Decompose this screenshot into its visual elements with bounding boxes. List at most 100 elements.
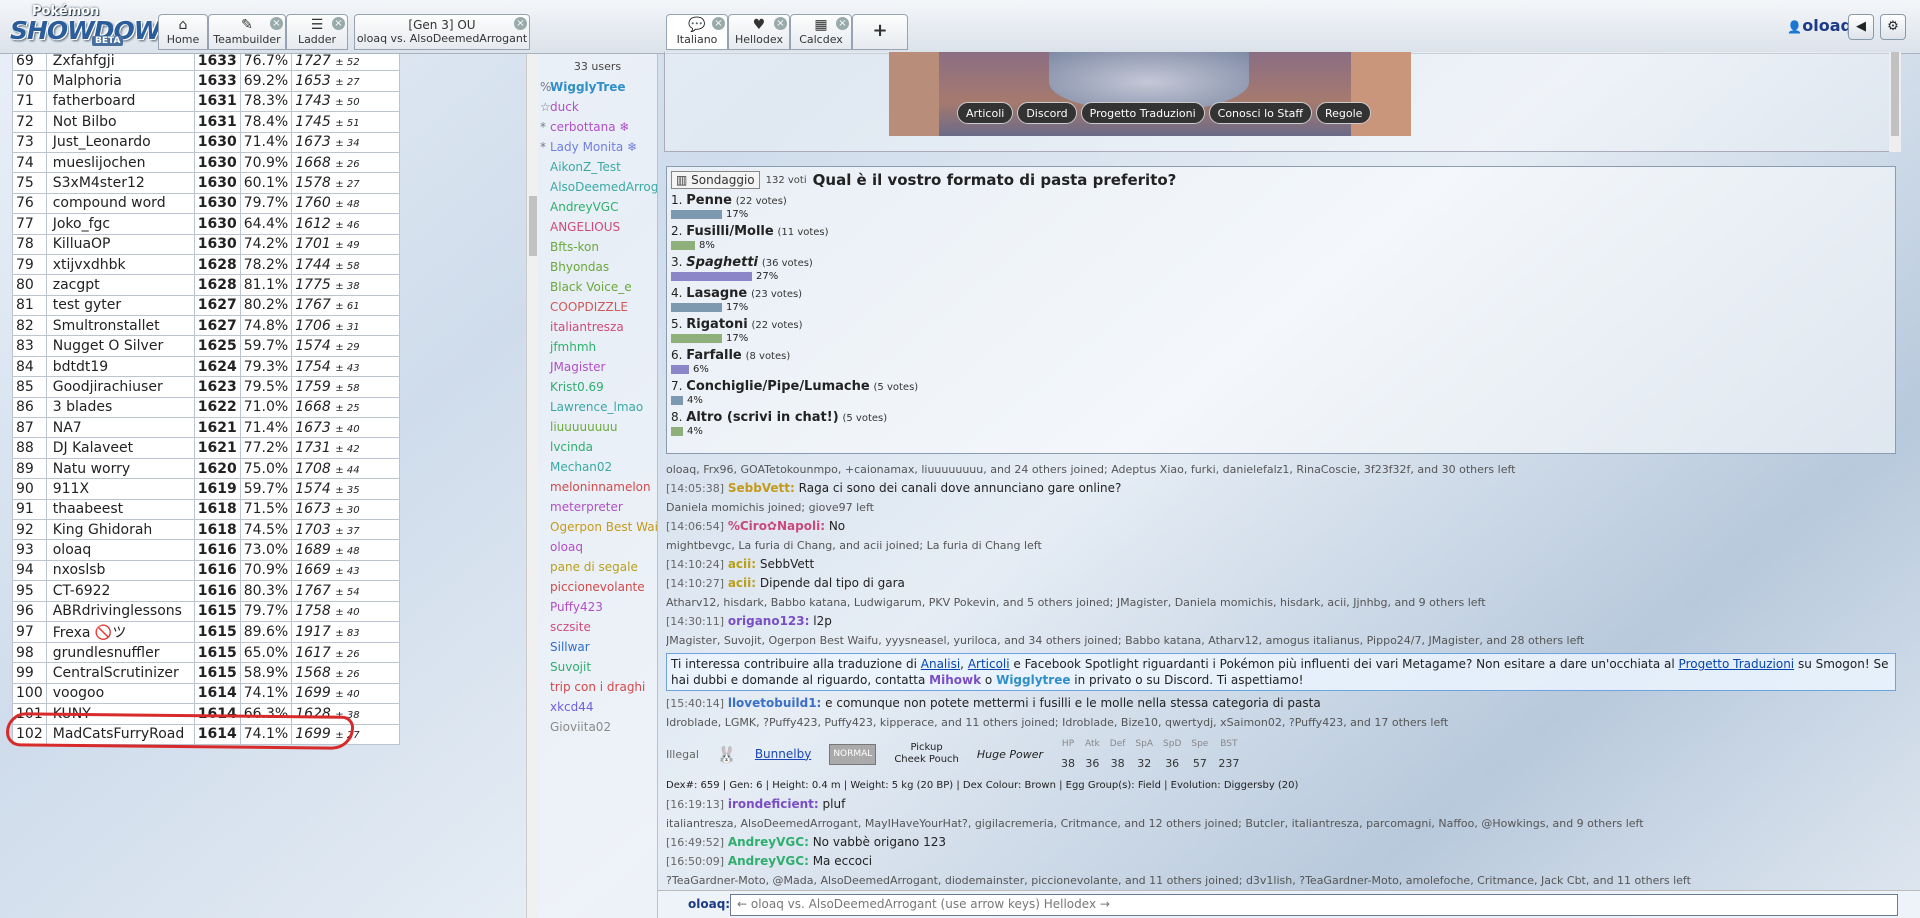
userlist-item[interactable]: Puffy423 [538,597,657,617]
ladder-username[interactable]: mueslijochen [45,151,195,174]
chat-username[interactable]: origano123: [728,614,810,628]
close-icon[interactable]: × [712,17,725,30]
tab-hellodex[interactable]: ♥ Hellodex × [728,14,790,50]
userlist-item[interactable]: sczsite [538,617,657,637]
ladder-username[interactable]: oloaq [45,539,195,561]
settings-button[interactable]: ⚙ [1880,14,1906,40]
userlist-item[interactable]: %WigglyTree [538,77,657,97]
poll-option[interactable]: 6. Farfalle (8 votes) 6% [671,348,1891,375]
ladder-username[interactable]: Just_Leonardo [45,131,195,153]
userlist-item[interactable]: AikonZ_Test [538,157,657,177]
userlist-item[interactable]: lvcinda [538,437,657,457]
link-articoli[interactable]: Articoli [957,102,1014,124]
userlist-item[interactable]: meloninnamelon [538,477,657,497]
poll-option[interactable]: 5. Rigatoni (22 votes) 17% [671,317,1891,344]
poll-option[interactable]: 2. Fusilli/Molle (11 votes) 8% [671,224,1891,251]
ladder-username[interactable]: Frexa 🚫ツ [45,620,195,643]
link-discord[interactable]: Discord [1017,102,1077,124]
userlist-item[interactable]: ☆duck [538,97,657,117]
userlist-item[interactable]: jfmhmh [538,337,657,357]
userlist-item[interactable]: oloaq [538,537,657,557]
tab-calcdex[interactable]: ▦ Calcdex × [790,14,852,50]
link-progetto-ann[interactable]: Progetto Traduzioni [1679,657,1795,671]
close-icon[interactable]: × [514,17,527,30]
ladder-scrollbar[interactable] [526,54,538,918]
user-wigglytree[interactable]: Wigglytree [996,673,1070,687]
ladder-username[interactable]: S3xM4ster12 [45,172,195,194]
ladder-username[interactable]: Not Bilbo [45,111,195,133]
close-icon[interactable]: × [270,17,283,30]
user-menu[interactable]: 👤oloaq [1787,16,1852,35]
userlist-item[interactable]: Bhyondas [538,257,657,277]
userlist-item[interactable]: pane di segale [538,557,657,577]
userlist-item[interactable]: AndreyVGC [538,197,657,217]
userlist-item[interactable]: Sillwar [538,637,657,657]
ladder-username[interactable]: grundlesnuffler [45,641,195,664]
chat-username[interactable]: AndreyVGC: [728,854,809,868]
showdown-logo[interactable]: Pokémon SHOWDOWN BETA [4,2,181,48]
userlist-item[interactable]: xkcd44 [538,697,657,717]
poll-option[interactable]: 1. Penne (22 votes) 17% [671,193,1891,220]
sound-button[interactable]: ◀ [1848,14,1874,40]
ladder-username[interactable]: NA7 [45,417,195,439]
close-icon[interactable]: × [836,17,849,30]
ladder-username[interactable]: Nugget O Silver [45,335,195,357]
ladder-username[interactable]: CT-6922 [45,580,195,602]
ladder-username[interactable]: Smultronstallet [45,315,195,337]
userlist-item[interactable]: meterpreter [538,497,657,517]
ladder-username[interactable]: xtijvxdhbk [45,253,195,276]
user-mihowk[interactable]: Mihowk [929,673,981,687]
link-staff[interactable]: Conosci lo Staff [1208,102,1312,124]
ladder-username[interactable]: CentralScrutinizer [45,662,195,684]
link-regole[interactable]: Regole [1315,102,1372,124]
ladder-username[interactable]: Malphoria [45,70,195,92]
chat-username[interactable]: %Ciro✿Napoli: [728,519,825,533]
ladder-username[interactable]: voogoo [45,682,195,705]
link-progetto-traduzioni[interactable]: Progetto Traduzioni [1080,102,1205,124]
add-tab-button[interactable]: + [852,14,908,50]
scroll-thumb[interactable] [529,196,537,256]
ladder-username[interactable]: test gyter [45,294,195,317]
ladder-username[interactable]: ABRdrivinglessons [45,600,195,622]
userlist-item[interactable]: Krist0.69 [538,377,657,397]
ladder-username[interactable]: DJ Kalaveet [45,437,195,459]
chat-username[interactable]: irondeficient: [728,797,819,811]
ladder-username[interactable]: bdtdt19 [45,355,195,378]
userlist-item[interactable]: Black Voice_e [538,277,657,297]
tab-home[interactable]: ⌂ Home [158,14,208,50]
close-icon[interactable]: × [774,17,787,30]
userlist-item[interactable]: Suvojit [538,657,657,677]
chat-username[interactable]: acii: [728,557,756,571]
ladder-username[interactable]: KilluaOP [45,233,195,255]
userlist-item[interactable]: AlsoDeemedArrogant [538,177,657,197]
ladder-username[interactable]: Goodjirachiuser [45,376,195,398]
tab-battle[interactable]: [Gen 3] OU oloaq vs. AlsoDeemedArrogant … [354,14,530,50]
ladder-username[interactable]: compound word [45,192,195,215]
ladder-username[interactable]: King Ghidorah [45,518,195,541]
ladder-username[interactable]: Zxfahfgji [45,54,195,72]
userlist-item[interactable]: Mechan02 [538,457,657,477]
poll-option[interactable]: 4. Lasagne (23 votes) 17% [671,286,1891,313]
ladder-username[interactable]: 3 blades [45,396,195,419]
userlist-item[interactable]: liuuuuuuuu [538,417,657,437]
ladder-username[interactable]: fatherboard [45,90,195,113]
userlist-item[interactable]: Ogerpon Best Waifu [538,517,657,537]
userlist-item[interactable]: * cerbottana ❄ [538,117,657,137]
userlist-item[interactable]: ANGELIOUS [538,217,657,237]
close-icon[interactable]: × [332,17,345,30]
link-analisi[interactable]: Analisi [921,657,960,671]
poll-option[interactable]: 3. Spaghetti (36 votes) 27% [671,255,1891,282]
pokemon-link[interactable]: Bunnelby [755,745,811,764]
chat-input[interactable]: ← oloaq vs. AlsoDeemedArrogant (use arro… [730,894,1898,916]
poll-option[interactable]: 7. Conchiglie/Pipe/Lumache (5 votes) 4% [671,379,1891,406]
ladder-username[interactable]: Natu worry [45,457,195,480]
userlist-item[interactable]: JMagister [538,357,657,377]
userlist-item[interactable]: trip con i draghi [538,677,657,697]
userlist-item[interactable]: piccionevolante [538,577,657,597]
chat-username[interactable]: SebbVett: [728,481,795,495]
ladder-username[interactable]: 911X [45,478,195,500]
chat-username[interactable]: llovetobuild1: [728,696,822,710]
ladder-username[interactable]: Joko_fgc [45,213,195,235]
chat-username[interactable]: AndreyVGC: [728,835,809,849]
poll-option[interactable]: 8. Altro (scrivi in chat!) (5 votes) 4% [671,410,1891,437]
